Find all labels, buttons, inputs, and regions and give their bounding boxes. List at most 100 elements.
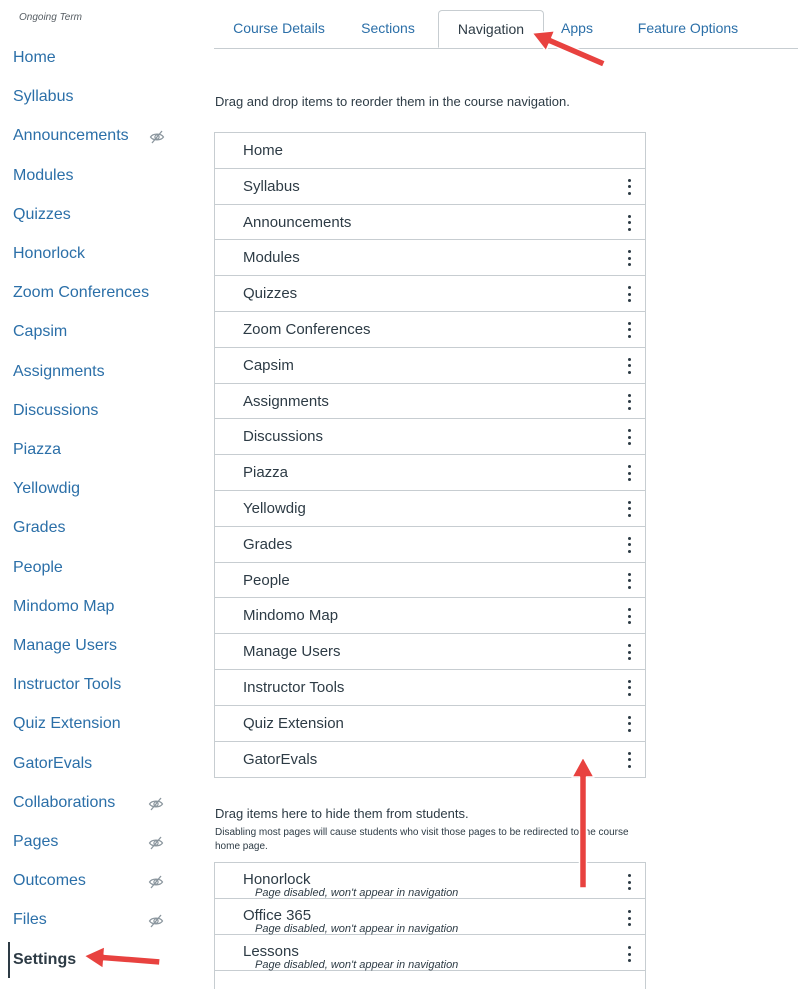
kebab-menu-icon[interactable]: [625, 715, 633, 733]
enabled-nav-row[interactable]: Mindomo Map: [215, 598, 645, 635]
course-nav-item-label: Modules: [13, 166, 74, 184]
enabled-nav-row-label: Assignments: [243, 392, 329, 410]
enabled-nav-row[interactable]: Piazza: [215, 455, 645, 491]
course-nav-item-label: Pages: [13, 833, 59, 850]
disabled-nav-row-label: Office 365: [243, 907, 312, 924]
course-nav-item-settings[interactable]: Settings: [0, 941, 180, 978]
course-nav-item-people[interactable]: People: [0, 555, 180, 581]
disabled-nav-row[interactable]: Lessons Page disabled, won't appear in na…: [215, 935, 645, 971]
kebab-menu-icon[interactable]: [625, 285, 633, 303]
course-nav-item-capsim[interactable]: Capsim: [0, 319, 180, 345]
enabled-nav-row-label: Yellowdig: [243, 499, 306, 517]
kebab-menu-icon[interactable]: [625, 428, 633, 446]
course-nav-item-honorlock[interactable]: Honorlock: [0, 241, 180, 267]
disabled-nav-row[interactable]: Office 365 Page disabled, won't appear in…: [215, 899, 645, 935]
kebab-menu-icon[interactable]: [625, 357, 633, 375]
kebab-menu-icon[interactable]: [625, 909, 633, 927]
kebab-menu-icon[interactable]: [625, 751, 633, 769]
enabled-nav-row[interactable]: Manage Users: [215, 634, 645, 670]
enabled-nav-row-label: Piazza: [243, 464, 289, 482]
course-nav-item-grades[interactable]: Grades: [0, 515, 180, 541]
disabled-nav-items-list[interactable]: Honorlock Page disabled, won't appear in …: [214, 862, 646, 989]
course-nav-item-label: Instructor Tools: [13, 676, 122, 694]
course-nav-item-files[interactable]: Files: [0, 907, 180, 933]
enabled-nav-items-list[interactable]: Home Syllabus Announcements Modules Quizzes Z…: [214, 132, 646, 779]
enabled-nav-row[interactable]: Discussions: [215, 419, 645, 456]
kebab-menu-icon[interactable]: [625, 393, 633, 411]
kebab-menu-icon[interactable]: [625, 873, 633, 891]
kebab-menu-icon[interactable]: [625, 500, 633, 518]
kebab-menu-icon[interactable]: [625, 536, 633, 554]
enabled-nav-row[interactable]: Modules: [215, 240, 645, 277]
course-nav-item-yellowdig[interactable]: Yellowdig: [0, 476, 180, 502]
enabled-nav-row[interactable]: GatorEvals: [215, 742, 645, 778]
tab-navigation[interactable]: Navigation: [438, 10, 544, 48]
tab-course-details[interactable]: Course Details: [214, 10, 344, 47]
enabled-nav-row[interactable]: Syllabus: [215, 169, 645, 205]
enabled-nav-row-label: Grades: [243, 535, 293, 553]
tab-feature-options[interactable]: Feature Options: [616, 10, 760, 47]
enabled-nav-row[interactable]: Quizzes: [215, 276, 645, 312]
enabled-nav-row[interactable]: People: [215, 563, 645, 599]
course-nav-item-collaborations[interactable]: Collaborations: [0, 790, 180, 816]
course-nav-item-label: Home: [13, 49, 56, 66]
course-nav-item-outcomes[interactable]: Outcomes: [0, 868, 180, 894]
course-nav-item-zoom-conferences[interactable]: Zoom Conferences: [0, 280, 180, 306]
canvas-course-settings: Ongoing Term Home Syllabus Announcements Mo…: [0, 0, 798, 989]
kebab-menu-icon[interactable]: [625, 572, 633, 590]
kebab-menu-icon[interactable]: [625, 643, 633, 661]
kebab-menu-icon[interactable]: [625, 607, 633, 625]
course-nav-item-label: Zoom Conferences: [13, 284, 150, 302]
course-nav-item-instructor-tools[interactable]: Instructor Tools: [0, 672, 180, 698]
eye-slash-icon: [148, 834, 164, 850]
course-nav-item-discussions[interactable]: Discussions: [0, 398, 180, 424]
enabled-nav-row[interactable]: Quiz Extension: [215, 706, 645, 742]
enabled-nav-row-label: Quizzes: [243, 285, 298, 303]
enabled-nav-row-label: Syllabus: [243, 177, 300, 195]
enabled-nav-row[interactable]: Grades: [215, 527, 645, 563]
course-nav-item-assignments[interactable]: Assignments: [0, 359, 180, 385]
enabled-nav-row[interactable]: Capsim: [215, 348, 645, 384]
kebab-menu-icon[interactable]: [625, 679, 633, 697]
eye-slash-icon: [148, 795, 164, 811]
disabled-nav-row[interactable]: Honorlock Page disabled, won't appear in …: [215, 863, 645, 899]
course-nav-item-pages[interactable]: Pages: [0, 829, 180, 855]
course-nav-item-label: Collaborations: [13, 793, 116, 811]
course-nav-item-quiz-extension[interactable]: Quiz Extension: [0, 711, 180, 737]
course-nav-item-gatorevals[interactable]: GatorEvals: [0, 751, 180, 777]
disabled-nav-row-label: Lessons: [243, 943, 299, 960]
enabled-nav-row[interactable]: Home: [215, 133, 645, 169]
course-nav-item-label: Announcements: [13, 127, 129, 145]
kebab-menu-icon[interactable]: [625, 321, 633, 339]
course-nav-item-label: People: [13, 558, 63, 576]
kebab-menu-icon[interactable]: [625, 945, 633, 963]
enabled-nav-row[interactable]: Instructor Tools: [215, 670, 645, 706]
course-nav-item-home[interactable]: Home: [0, 45, 180, 71]
course-nav-item-label: GatorEvals: [13, 754, 93, 772]
course-nav-item-modules[interactable]: Modules: [0, 163, 180, 189]
course-nav-item-label: Yellowdig: [13, 480, 81, 498]
enabled-nav-row-label: Capsim: [243, 356, 294, 374]
enabled-nav-row[interactable]: Announcements: [215, 205, 645, 241]
kebab-menu-icon[interactable]: [625, 214, 633, 232]
course-nav-item-announcements[interactable]: Announcements: [0, 123, 180, 149]
tab-apps[interactable]: Apps: [548, 10, 606, 47]
kebab-menu-icon[interactable]: [625, 178, 633, 196]
enabled-nav-row[interactable]: Yellowdig: [215, 491, 645, 527]
course-navigation: Ongoing Term Home Syllabus Announcements Mo…: [0, 0, 190, 989]
course-nav-item-mindomo-map[interactable]: Mindomo Map: [0, 594, 180, 620]
kebab-menu-icon[interactable]: [625, 249, 633, 267]
course-nav-item-label: Syllabus: [13, 88, 74, 106]
kebab-menu-icon[interactable]: [625, 464, 633, 482]
course-nav-item-syllabus[interactable]: Syllabus: [0, 84, 180, 110]
course-nav-item-manage-users[interactable]: Manage Users: [0, 633, 180, 659]
tab-sections[interactable]: Sections: [348, 10, 428, 47]
course-nav-item-quizzes[interactable]: Quizzes: [0, 202, 180, 228]
disabled-nav-row-note: Page disabled, won't appear in navigatio…: [255, 887, 459, 899]
enabled-nav-row[interactable]: Zoom Conferences: [215, 312, 645, 348]
enabled-nav-row-label: Discussions: [243, 428, 324, 446]
hide-items-heading: Drag items here to hide them from studen…: [215, 806, 469, 821]
course-nav-item-piazza[interactable]: Piazza: [0, 437, 180, 463]
disabled-nav-row-note: Page disabled, won't appear in navigatio…: [255, 959, 459, 971]
enabled-nav-row[interactable]: Assignments: [215, 384, 645, 420]
